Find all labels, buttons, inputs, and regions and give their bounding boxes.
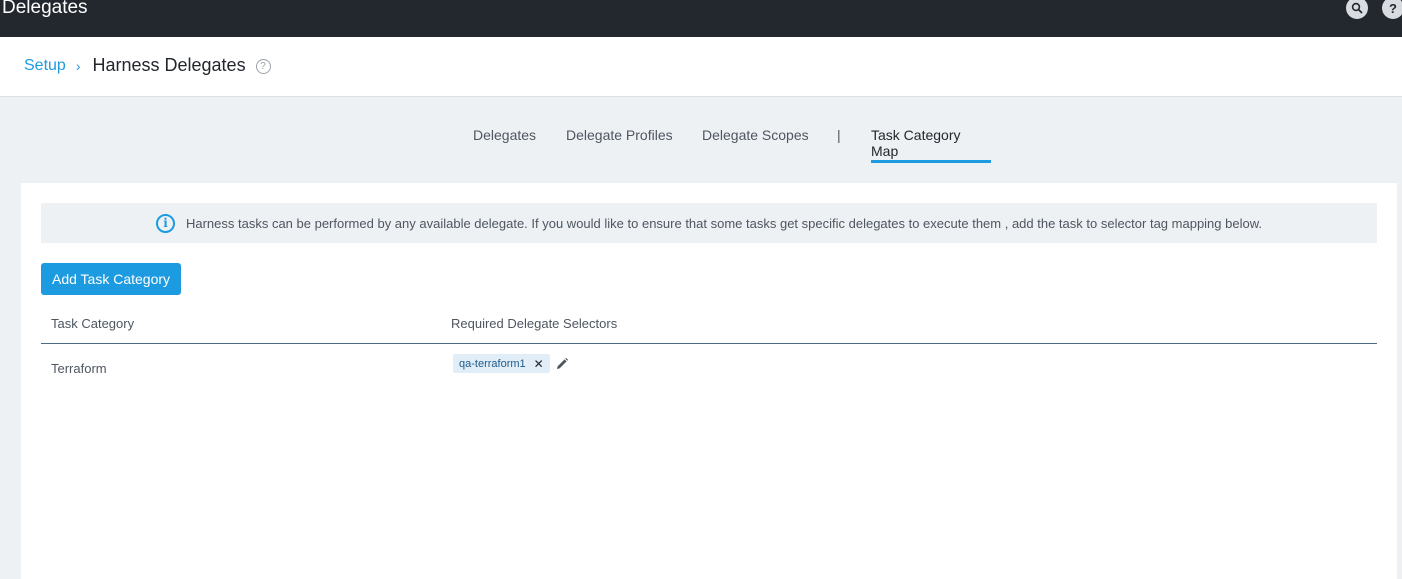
breadcrumb-setup-link[interactable]: Setup <box>24 57 66 75</box>
table-header: Task Category Required Delegate Selector… <box>41 307 1377 344</box>
tab-bar: Delegates Delegate Profiles Delegate Sco… <box>0 127 1402 163</box>
task-category-cell: Terraform <box>51 361 107 376</box>
tab-delegate-scopes[interactable]: Delegate Scopes <box>702 127 809 163</box>
column-header-task-category: Task Category <box>51 316 135 331</box>
selector-tag: qa-terraform1 ✕ <box>453 354 550 373</box>
app-title: Delegates <box>2 0 88 18</box>
page-header: Setup › Harness Delegates ? <box>0 37 1402 97</box>
add-task-category-button[interactable]: Add Task Category <box>41 263 182 295</box>
tab-task-category-map[interactable]: Task Category Map <box>871 127 991 163</box>
search-icon[interactable] <box>1346 0 1368 19</box>
page-title: Harness Delegates <box>92 55 246 75</box>
help-button[interactable]: ? <box>1382 0 1402 19</box>
top-bar: Delegates ? <box>0 0 1402 37</box>
column-header-required-selectors: Required Delegate Selectors <box>451 316 618 331</box>
tab-delegates[interactable]: Delegates <box>473 127 536 163</box>
selector-tag-label: qa-terraform1 <box>459 357 526 370</box>
help-icon[interactable]: ? <box>255 59 271 74</box>
table-row: Terraform qa-terraform1 ✕ <box>41 344 1377 394</box>
content-panel: i Harness tasks can be performed by any … <box>21 183 1397 579</box>
chevron-right-icon: › <box>75 57 81 74</box>
info-icon: i <box>155 213 175 233</box>
delegate-selectors-cell: qa-terraform1 ✕ <box>453 354 569 373</box>
pencil-icon[interactable] <box>555 357 569 371</box>
tab-divider: | <box>837 127 841 143</box>
breadcrumb: Setup › Harness Delegates ? <box>24 55 271 76</box>
close-icon[interactable]: ✕ <box>534 357 544 371</box>
info-banner: i Harness tasks can be performed by any … <box>41 203 1377 243</box>
tab-delegate-profiles[interactable]: Delegate Profiles <box>566 127 673 163</box>
info-banner-text: Harness tasks can be performed by any av… <box>185 215 1262 231</box>
